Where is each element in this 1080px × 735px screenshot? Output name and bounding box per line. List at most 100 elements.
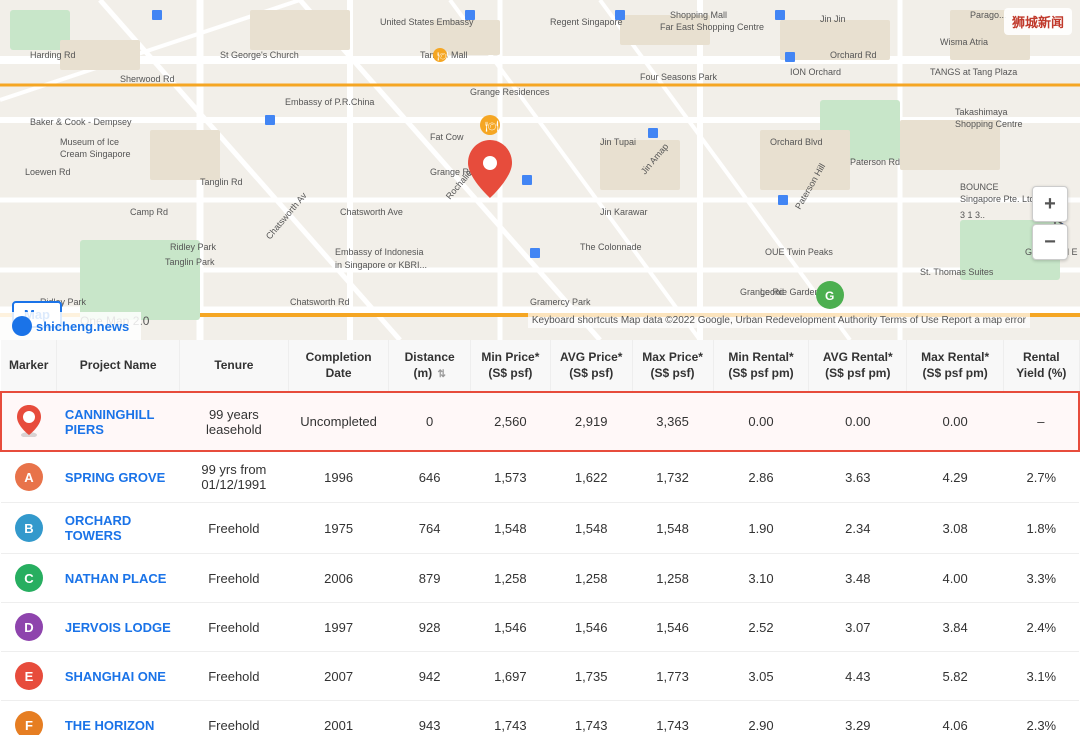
svg-text:Baker & Cook - Dempsey: Baker & Cook - Dempsey bbox=[30, 117, 132, 127]
svg-text:Loewen Rd: Loewen Rd bbox=[25, 167, 71, 177]
svg-text:Tanglin Park: Tanglin Park bbox=[165, 257, 215, 267]
cell-max_rental: 4.00 bbox=[907, 554, 1004, 603]
zoom-out-button[interactable]: − bbox=[1032, 224, 1068, 260]
zoom-in-button[interactable]: + bbox=[1032, 186, 1068, 222]
svg-text:Cream Singapore: Cream Singapore bbox=[60, 149, 131, 159]
cell-max_rental: 0.00 bbox=[907, 392, 1004, 451]
cell-max_rental: 5.82 bbox=[907, 652, 1004, 701]
table-row: CANNINGHILL PIERS99 years leaseholdUncom… bbox=[1, 392, 1079, 451]
marker-cell: A bbox=[1, 451, 57, 503]
svg-text:Harding Rd: Harding Rd bbox=[30, 50, 76, 60]
map-image: Harding Rd Sherwood Rd St George's Churc… bbox=[0, 0, 1080, 340]
svg-text:Jin Jin: Jin Jin bbox=[820, 14, 846, 24]
cell-completion_date: 1996 bbox=[288, 451, 389, 503]
cell-max_price: 1,546 bbox=[632, 603, 713, 652]
cell-avg_price: 1,622 bbox=[550, 451, 632, 503]
cell-completion_date: 1997 bbox=[288, 603, 389, 652]
watermark: shicheng.news bbox=[0, 312, 141, 340]
project-name-cell[interactable]: JERVOIS LODGE bbox=[57, 603, 180, 652]
watermark-icon bbox=[12, 316, 32, 336]
table-header-row: Marker Project Name Tenure Completion Da… bbox=[1, 340, 1079, 392]
svg-text:Chatsworth Rd: Chatsworth Rd bbox=[290, 297, 350, 307]
svg-text:Singapore Pte. Ltd: Singapore Pte. Ltd bbox=[960, 194, 1035, 204]
project-name-cell[interactable]: ORCHARD TOWERS bbox=[57, 503, 180, 554]
cell-rental_yield: 3.1% bbox=[1004, 652, 1079, 701]
project-name-cell[interactable]: CANNINGHILL PIERS bbox=[57, 392, 180, 451]
table-row: BORCHARD TOWERSFreehold19757641,5481,548… bbox=[1, 503, 1079, 554]
map-container: Harding Rd Sherwood Rd St George's Churc… bbox=[0, 0, 1080, 340]
svg-text:Shopping Centre: Shopping Centre bbox=[955, 119, 1023, 129]
cell-rental_yield: 1.8% bbox=[1004, 503, 1079, 554]
cell-tenure: Freehold bbox=[179, 701, 288, 735]
marker-cell: B bbox=[1, 503, 57, 554]
cell-tenure: 99 yrs from 01/12/1991 bbox=[179, 451, 288, 503]
map-pin-icon bbox=[15, 403, 43, 437]
marker-badge: A bbox=[15, 463, 43, 491]
cell-min_price: 1,546 bbox=[470, 603, 550, 652]
cell-min_rental: 2.90 bbox=[713, 701, 809, 735]
cell-completion_date: 2006 bbox=[288, 554, 389, 603]
marker-badge: F bbox=[15, 711, 43, 735]
col-marker: Marker bbox=[1, 340, 57, 392]
svg-text:Chatsworth Ave: Chatsworth Ave bbox=[340, 207, 403, 217]
cell-distance: 646 bbox=[389, 451, 471, 503]
cell-distance: 879 bbox=[389, 554, 471, 603]
data-table-container: Marker Project Name Tenure Completion Da… bbox=[0, 340, 1080, 735]
cell-max_price: 1,743 bbox=[632, 701, 713, 735]
svg-text:OUE Twin Peaks: OUE Twin Peaks bbox=[765, 247, 833, 257]
cell-tenure: Freehold bbox=[179, 603, 288, 652]
project-name-cell[interactable]: THE HORIZON bbox=[57, 701, 180, 735]
svg-text:Museum of Ice: Museum of Ice bbox=[60, 137, 119, 147]
cell-min_rental: 0.00 bbox=[713, 392, 809, 451]
svg-text:The Colonnade: The Colonnade bbox=[580, 242, 642, 252]
cell-distance: 0 bbox=[389, 392, 471, 451]
cell-max_price: 1,773 bbox=[632, 652, 713, 701]
project-name-cell[interactable]: SPRING GROVE bbox=[57, 451, 180, 503]
svg-text:Orchard Rd: Orchard Rd bbox=[830, 50, 877, 60]
col-rental-yield: Rental Yield (%) bbox=[1004, 340, 1079, 392]
cell-distance: 764 bbox=[389, 503, 471, 554]
col-project-name: Project Name bbox=[57, 340, 180, 392]
project-name-cell[interactable]: NATHAN PLACE bbox=[57, 554, 180, 603]
cell-distance: 942 bbox=[389, 652, 471, 701]
cell-tenure: Freehold bbox=[179, 554, 288, 603]
col-avg-rental: AVG Rental* (S$ psf pm) bbox=[809, 340, 907, 392]
svg-text:St George's Church: St George's Church bbox=[220, 50, 299, 60]
cell-completion_date: 2007 bbox=[288, 652, 389, 701]
marker-cell: D bbox=[1, 603, 57, 652]
svg-text:Jin Karawar: Jin Karawar bbox=[600, 207, 648, 217]
cell-min_price: 1,573 bbox=[470, 451, 550, 503]
cell-max_price: 1,732 bbox=[632, 451, 713, 503]
col-distance[interactable]: Distance (m) ⇅ bbox=[389, 340, 471, 392]
site-logo: 狮城新闻 bbox=[1004, 8, 1072, 35]
svg-text:in Singapore or KBRI...: in Singapore or KBRI... bbox=[335, 260, 427, 270]
svg-text:Ridley Park: Ridley Park bbox=[170, 242, 217, 252]
cell-min_rental: 3.10 bbox=[713, 554, 809, 603]
property-table: Marker Project Name Tenure Completion Da… bbox=[0, 340, 1080, 735]
cell-rental_yield: 2.7% bbox=[1004, 451, 1079, 503]
svg-text:Gramercy Park: Gramercy Park bbox=[530, 297, 591, 307]
svg-text:Fat Cow: Fat Cow bbox=[430, 132, 464, 142]
svg-text:TANGS at Tang Plaza: TANGS at Tang Plaza bbox=[930, 67, 1017, 77]
cell-completion_date: 1975 bbox=[288, 503, 389, 554]
svg-text:Orchard Blvd: Orchard Blvd bbox=[770, 137, 823, 147]
svg-text:🍽: 🍽 bbox=[485, 120, 499, 133]
svg-text:Grange Rd: Grange Rd bbox=[740, 287, 784, 297]
cell-avg_rental: 2.34 bbox=[809, 503, 907, 554]
cell-distance: 928 bbox=[389, 603, 471, 652]
cell-rental_yield: 2.4% bbox=[1004, 603, 1079, 652]
svg-text:United States Embassy: United States Embassy bbox=[380, 17, 474, 27]
project-name-cell[interactable]: SHANGHAI ONE bbox=[57, 652, 180, 701]
cell-avg_price: 1,548 bbox=[550, 503, 632, 554]
svg-text:Four Seasons Park: Four Seasons Park bbox=[640, 72, 718, 82]
cell-max_rental: 4.06 bbox=[907, 701, 1004, 735]
map-zoom-controls: + − bbox=[1032, 186, 1068, 260]
cell-tenure: 99 years leasehold bbox=[179, 392, 288, 451]
marker-badge: E bbox=[15, 662, 43, 690]
cell-min_price: 1,743 bbox=[470, 701, 550, 735]
col-tenure: Tenure bbox=[179, 340, 288, 392]
marker-badge: D bbox=[15, 613, 43, 641]
cell-avg_price: 1,258 bbox=[550, 554, 632, 603]
svg-text:Regent Singapore: Regent Singapore bbox=[550, 17, 623, 27]
cell-max_price: 3,365 bbox=[632, 392, 713, 451]
